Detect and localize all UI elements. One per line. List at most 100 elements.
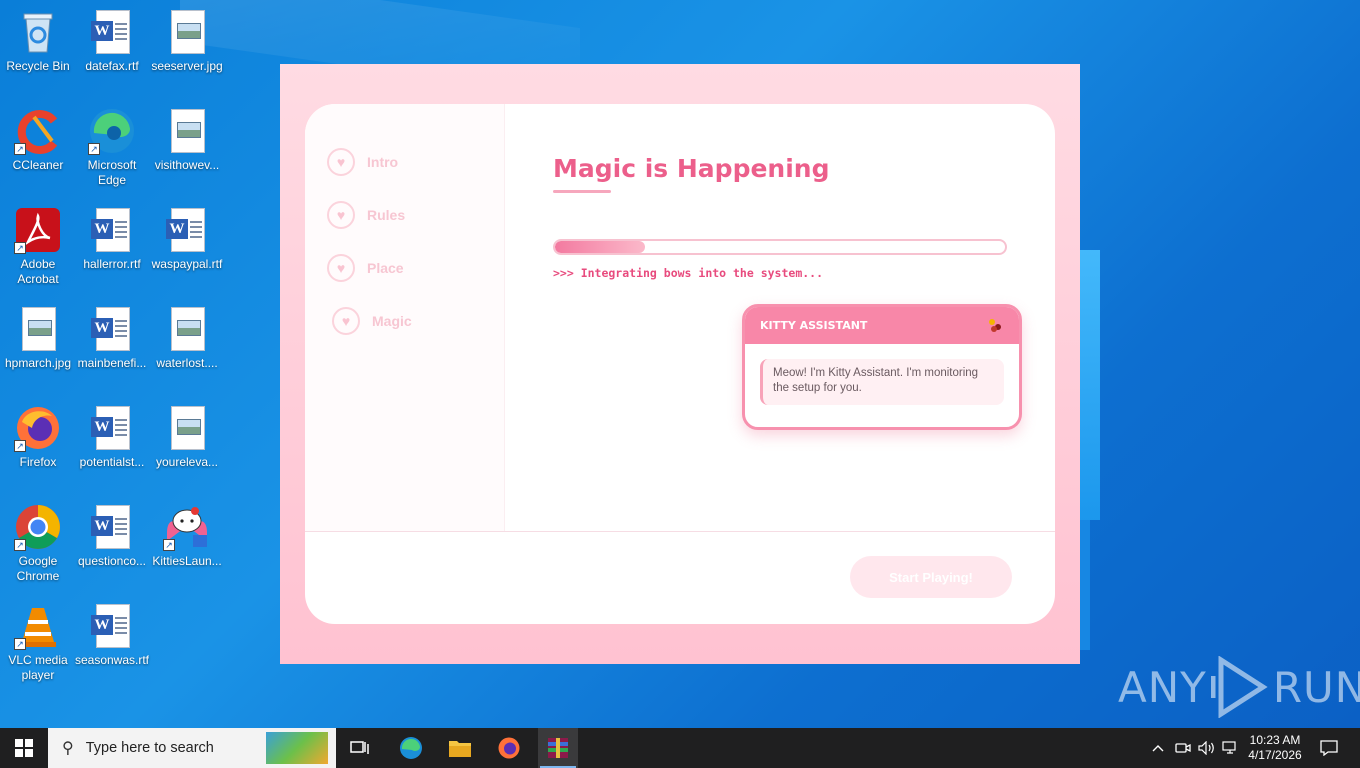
word-doc-icon: W (88, 305, 136, 353)
word-doc-icon: W (88, 404, 136, 452)
step-rules[interactable]: ♥ Rules (327, 201, 405, 229)
progress-bar (553, 239, 1007, 255)
network-tray[interactable] (1220, 728, 1242, 768)
meet-now-tray[interactable] (1172, 728, 1194, 768)
step-label: Magic (372, 313, 412, 329)
heart-icon: ♥ (332, 307, 360, 335)
desktop-icon-label: waspaypal.rtf (151, 257, 223, 271)
search-highlight-image (266, 732, 328, 764)
desktop-icon-visithowev[interactable]: visithowev... (149, 107, 225, 173)
desktop-icon-firefox[interactable]: ↗ Firefox (0, 404, 76, 470)
volume-tray[interactable] (1196, 728, 1218, 768)
desktop-icon-label: Adobe Acrobat (17, 257, 59, 286)
desktop-icon-hpmarch[interactable]: hpmarch.jpg (0, 305, 76, 371)
desktop-icon-vlc[interactable]: ↗ VLC media player (0, 602, 76, 683)
desktop-icon-kittieslauncher[interactable]: ↗ KittiesLaun... (149, 503, 225, 569)
notification-icon (1320, 740, 1338, 756)
play-logo-icon (1210, 656, 1268, 718)
recycle-bin-icon (14, 8, 62, 56)
edge-icon: ↗ (88, 107, 136, 155)
task-view-button[interactable] (340, 728, 380, 768)
network-icon (1222, 741, 1236, 754)
desktop-icon-label: KittiesLaun... (152, 554, 222, 568)
desktop-icon-recycle-bin[interactable]: Recycle Bin (0, 8, 76, 74)
desktop-icon-ccleaner[interactable]: ↗ CCleaner (0, 107, 76, 173)
assistant-message: Meow! I'm Kitty Assistant. I'm monitorin… (760, 359, 1004, 405)
taskbar-search[interactable]: ⚲ Type here to search (48, 728, 336, 768)
word-doc-icon: W (88, 206, 136, 254)
camera-icon (1175, 743, 1191, 753)
show-hidden-icons[interactable] (1148, 728, 1168, 768)
desktop-icon-youreleva[interactable]: youreleva... (149, 404, 225, 470)
desktop-icon-label: waterlost.... (156, 356, 218, 370)
desktop-icon-seasonwas[interactable]: W seasonwas.rtf (74, 602, 150, 668)
desktop-icon-hallerror[interactable]: W hallerror.rtf (74, 206, 150, 272)
desktop-icon-label: mainbenefi... (77, 356, 147, 370)
image-file-icon (163, 404, 211, 452)
word-doc-icon: W (88, 8, 136, 56)
taskbar-edge[interactable] (391, 728, 431, 768)
desktop-icon-datefax[interactable]: W datefax.rtf (74, 8, 150, 74)
taskbar-file-explorer[interactable] (440, 728, 480, 768)
desktop-icon-questionco[interactable]: W questionco... (74, 503, 150, 569)
word-doc-icon: W (163, 206, 211, 254)
windows-logo-icon (15, 739, 33, 757)
desktop-icon-mainbenefi[interactable]: W mainbenefi... (74, 305, 150, 371)
watermark-right: RUN (1272, 662, 1360, 712)
desktop-icon-label: seasonwas.rtf (74, 653, 150, 667)
search-placeholder: Type here to search (85, 740, 214, 756)
assistant-header: KITTY ASSISTANT (745, 307, 1019, 344)
heart-icon: ♥ (327, 148, 355, 176)
anyrun-watermark: ANY RUN (1118, 656, 1360, 718)
desktop-icon-seeserver[interactable]: seeserver.jpg (149, 8, 225, 74)
taskbar-firefox[interactable] (489, 728, 529, 768)
taskbar-kitties-app[interactable] (538, 728, 578, 768)
step-label: Intro (367, 154, 399, 170)
desktop-icon-chrome[interactable]: ↗ Google Chrome (0, 503, 76, 584)
installer-card: ♥ Intro ♥ Rules ♥ Place ♥ Magic Magic is… (305, 104, 1055, 624)
step-intro[interactable]: ♥ Intro (327, 148, 398, 176)
desktop-icon-potentialst[interactable]: W potentialst... (74, 404, 150, 470)
desktop-icon-waspaypal[interactable]: W waspaypal.rtf (149, 206, 225, 272)
clock[interactable]: 10:23 AM 4/17/2026 (1246, 728, 1304, 768)
desktop-icon-edge[interactable]: ↗ Microsoft Edge (74, 107, 150, 188)
assistant-title: KITTY ASSISTANT (760, 319, 868, 332)
desktop-icon-label: datefax.rtf (85, 59, 139, 73)
task-view-icon (350, 741, 369, 754)
ccleaner-icon: ↗ (14, 107, 62, 155)
progress-fill (555, 241, 645, 253)
desktop-icon-acrobat[interactable]: ↗ Adobe Acrobat (0, 206, 76, 287)
image-file-icon (163, 107, 211, 155)
desktop-icon-label: questionco... (77, 554, 147, 568)
heart-icon: ♥ (327, 254, 355, 282)
paw-icon[interactable] (989, 318, 1005, 333)
desktop-icon-label: seeserver.jpg (151, 59, 223, 73)
watermark-left: ANY (1118, 662, 1207, 712)
desktop-icon-label: youreleva... (155, 455, 219, 469)
step-label: Rules (367, 207, 406, 223)
image-file-icon (163, 305, 211, 353)
desktop-icon-waterlost[interactable]: waterlost.... (149, 305, 225, 371)
vlc-icon: ↗ (14, 602, 62, 650)
kitties-installer-window: ♥ Intro ♥ Rules ♥ Place ♥ Magic Magic is… (280, 64, 1080, 664)
start-playing-button[interactable]: Start Playing! (850, 556, 1012, 598)
chrome-icon: ↗ (14, 503, 62, 551)
desktop-icon-label: VLC media player (8, 653, 68, 682)
desktop-icon-label: Firefox (19, 455, 57, 469)
winrar-icon (548, 738, 568, 758)
notifications-button[interactable] (1314, 728, 1344, 768)
firefox-icon: ↗ (14, 404, 62, 452)
step-label: Place (367, 260, 404, 276)
taskbar: ⚲ Type here to search 10:23 AM 4/17/2026 (0, 728, 1360, 768)
clock-date: 4/17/2026 (1248, 748, 1302, 762)
desktop-icon-label: visithowev... (154, 158, 220, 172)
desktop-icon-label: hpmarch.jpg (4, 356, 72, 370)
word-doc-icon: W (88, 503, 136, 551)
step-magic[interactable]: ♥ Magic (332, 307, 412, 335)
step-place[interactable]: ♥ Place (327, 254, 404, 282)
start-button[interactable] (0, 728, 48, 768)
steps-sidebar: ♥ Intro ♥ Rules ♥ Place ♥ Magic (305, 104, 505, 531)
firefox-icon (498, 737, 520, 759)
page-title: Magic is Happening (553, 154, 830, 183)
title-underline (553, 190, 611, 193)
